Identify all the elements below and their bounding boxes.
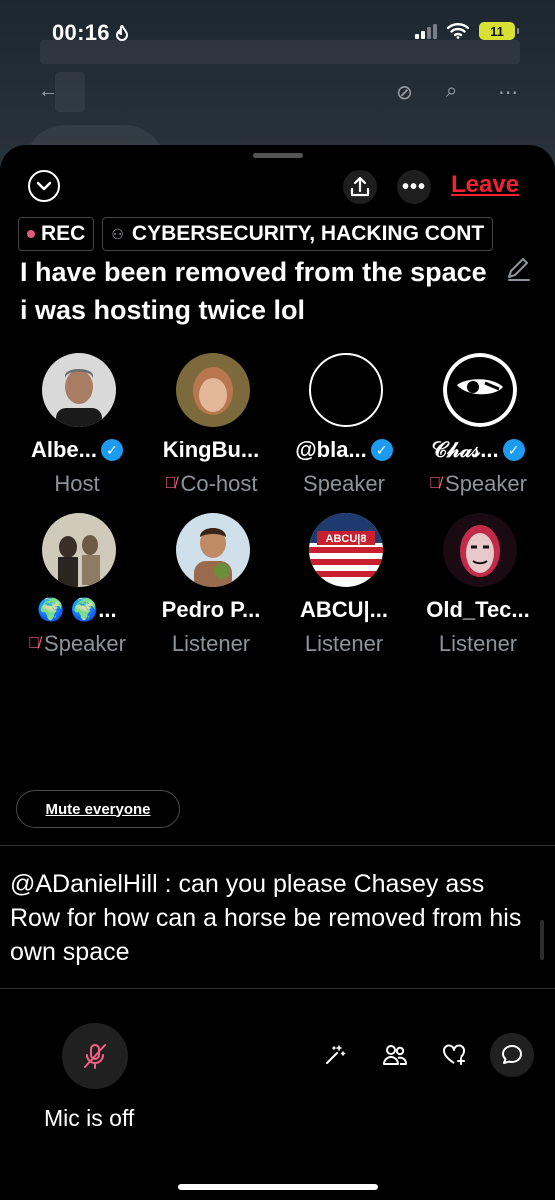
topic-tag[interactable]: ⚇ CYBERSECURITY, HACKING CONT xyxy=(102,217,494,251)
participant-role: Speaker xyxy=(44,631,126,656)
participant-albe[interactable]: Albe... ✓ Host xyxy=(10,353,144,503)
more-icon: ••• xyxy=(401,175,426,198)
chevron-down-icon xyxy=(36,181,52,191)
abcu-avatar-text: ABCU|8 xyxy=(326,533,367,545)
people-icon: ⚇ xyxy=(111,225,124,242)
space-sheet: ••• Leave REC ⚇ CYBERSECURITY, HACKING C… xyxy=(0,145,555,1200)
space-top-bar: ••• Leave xyxy=(0,168,555,208)
participant-oldtec[interactable]: Old_Tec... Listener xyxy=(411,513,545,663)
participant-globe[interactable]: 🌍 🌍... 🎙̸ Speaker xyxy=(10,513,144,663)
mic-off-icon: 🎙̸ xyxy=(164,475,177,492)
background-nav: ← ⊘ ⌕ ⋯ xyxy=(0,80,555,110)
participant-role: Speaker xyxy=(445,471,527,496)
participant-name: 🌍 🌍... xyxy=(37,597,117,622)
participant-name: 𝒞𝒽𝒶𝓈... xyxy=(431,437,499,462)
rec-badge: REC xyxy=(18,217,95,251)
wifi-icon xyxy=(447,23,469,39)
collapse-button[interactable] xyxy=(28,170,60,202)
share-button[interactable] xyxy=(343,170,377,204)
sheet-grabber[interactable] xyxy=(253,153,303,158)
like-add-button[interactable] xyxy=(432,1033,476,1077)
avatar xyxy=(42,353,116,427)
participant-bla[interactable]: @bla... ✓ Speaker xyxy=(277,353,411,503)
mic-off-icon: 🎙̸ xyxy=(28,635,41,652)
participant-name: @bla... xyxy=(295,437,367,462)
avatar xyxy=(176,513,250,587)
avatar xyxy=(176,353,250,427)
divider xyxy=(0,988,555,989)
clock: 00:16 xyxy=(52,20,129,46)
space-tags: REC ⚇ CYBERSECURITY, HACKING CONT xyxy=(18,217,494,251)
participant-abcu[interactable]: ABCU|8 ABCU|... Listener xyxy=(277,513,411,663)
verified-icon: ✓ xyxy=(101,439,123,461)
chat-button[interactable] xyxy=(490,1033,534,1077)
participant-name: Albe... xyxy=(30,437,97,462)
participant-role: Speaker xyxy=(303,471,385,496)
participant-role: Listener xyxy=(304,631,384,656)
mic-off-icon xyxy=(84,1044,106,1069)
participant-chas[interactable]: 𝒞𝒽𝒶𝓈... ✓ 🎙̸ Speaker xyxy=(411,353,545,503)
avatar xyxy=(443,513,517,587)
mic-toggle-button[interactable] xyxy=(62,1023,128,1089)
verified-icon: ✓ xyxy=(502,439,525,461)
mute-everyone-button[interactable]: Mute everyone xyxy=(16,790,180,828)
avatar xyxy=(309,353,383,427)
divider xyxy=(0,845,555,846)
hidden-icon: ⊘ xyxy=(396,82,413,104)
topic-label: CYBERSECURITY, HACKING CONT xyxy=(131,222,485,245)
participant-role: Listener xyxy=(438,631,518,656)
signal-icon xyxy=(415,23,437,39)
heart-plus-icon xyxy=(443,1044,465,1065)
search-icon: ⌕ xyxy=(446,80,458,102)
edit-icon[interactable] xyxy=(505,255,533,283)
status-bar: 00:16 11 xyxy=(0,0,555,64)
rec-label: REC xyxy=(41,222,86,245)
home-indicator xyxy=(178,1184,378,1190)
participant-kingbu[interactable]: KingBu... 🎙̸ Co-host xyxy=(144,353,278,503)
participants-button[interactable] xyxy=(373,1033,417,1077)
flame-icon xyxy=(116,22,129,41)
reactions-button[interactable] xyxy=(313,1033,357,1077)
rec-dot-icon xyxy=(27,230,35,238)
mic-status-label: Mic is off xyxy=(44,1105,135,1131)
share-icon xyxy=(350,176,370,197)
scrollbar[interactable] xyxy=(540,920,544,960)
participant-role: Co-host xyxy=(180,471,258,496)
participant-name: Pedro P... xyxy=(161,597,261,622)
leave-button[interactable]: Leave xyxy=(451,171,519,199)
battery-indicator: 11 xyxy=(479,22,519,40)
participant-name: Old_Tec... xyxy=(426,597,530,622)
avatar: ABCU|8 xyxy=(309,513,383,587)
verified-icon: ✓ xyxy=(370,439,393,461)
mic-off-icon: 🎙̸ xyxy=(429,475,442,492)
more-options-button[interactable]: ••• xyxy=(397,170,431,204)
pinned-comment: @ADanielHill : can you please Chasey ass… xyxy=(10,870,522,966)
avatar xyxy=(443,353,517,427)
back-arrow-icon: ← xyxy=(38,80,58,102)
space-title: I have been removed from the space i was… xyxy=(20,257,487,325)
people-icon xyxy=(383,1045,407,1065)
avatar xyxy=(42,513,116,587)
participant-pedro[interactable]: Pedro P... Listener xyxy=(144,513,278,663)
participant-role: Listener xyxy=(171,631,251,656)
participant-name: ABCU|... xyxy=(299,597,389,622)
participant-name: KingBu... xyxy=(162,437,260,462)
more-icon: ⋯ xyxy=(498,82,518,104)
chat-icon xyxy=(502,1045,522,1064)
sparkles-icon xyxy=(326,1045,346,1064)
participant-role: Host xyxy=(54,471,100,496)
